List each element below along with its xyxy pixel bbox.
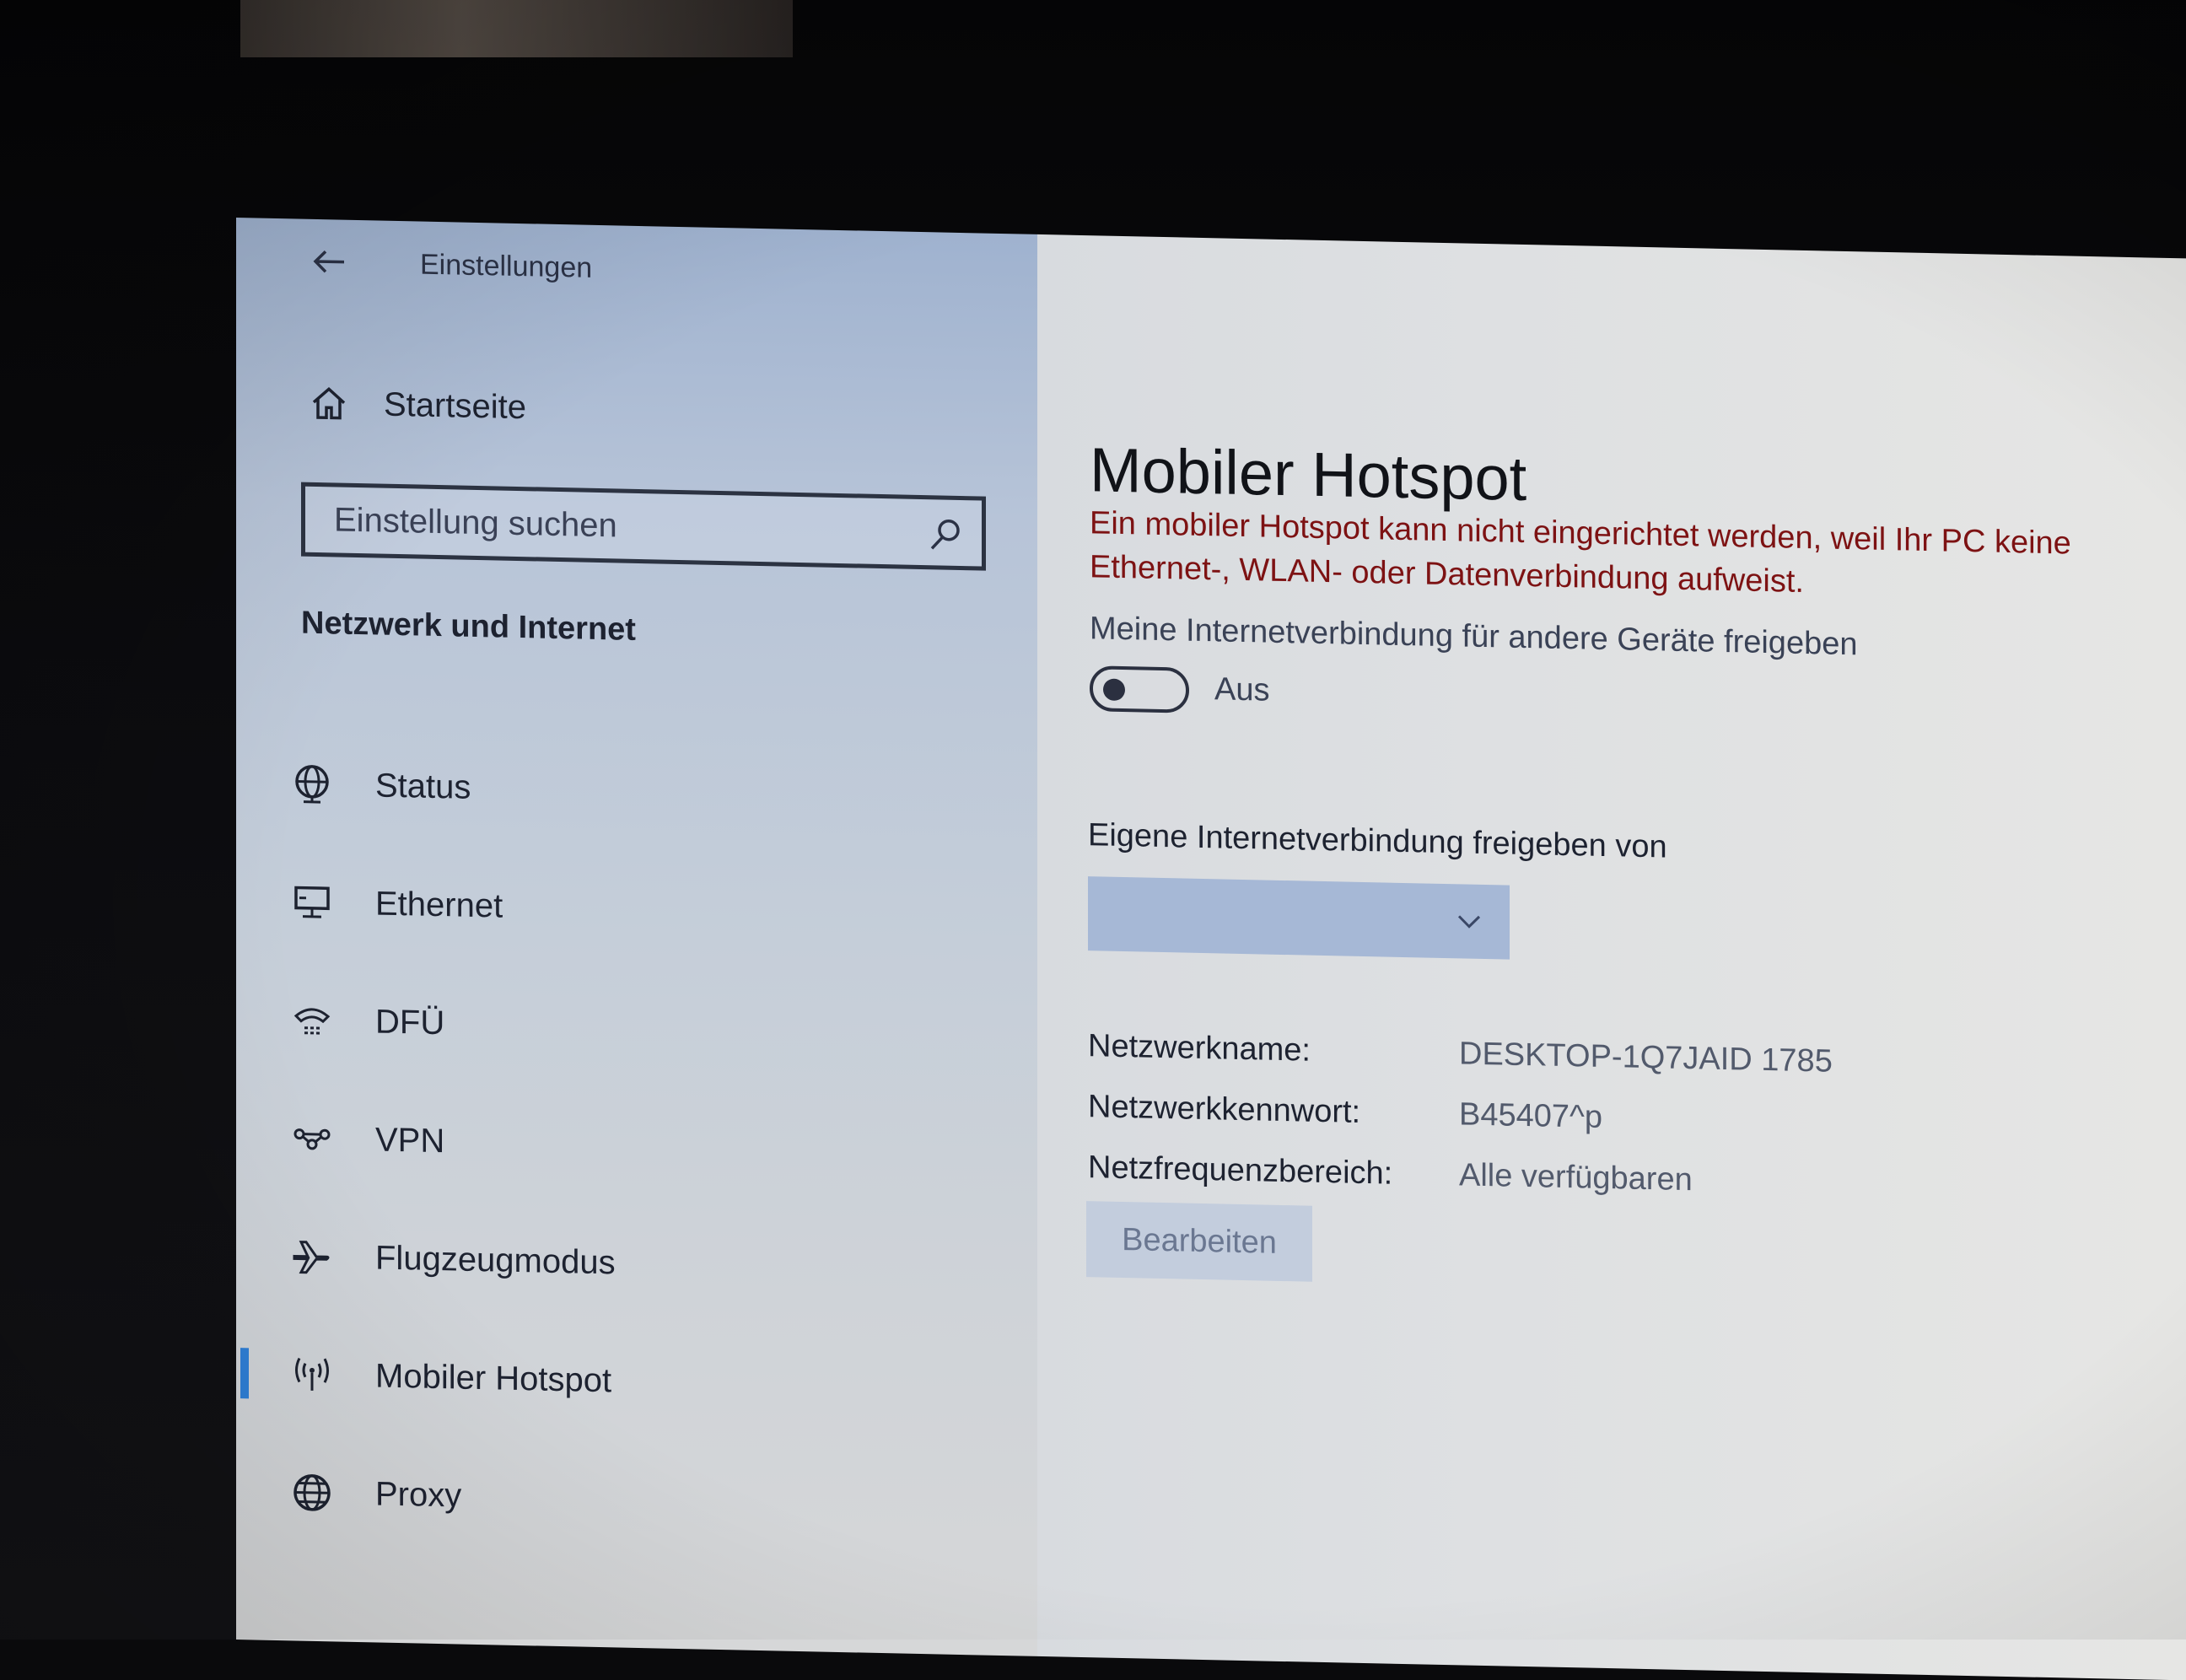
property-label: Netzwerkkennwort: — [1088, 1088, 1361, 1130]
title-bar: Einstellungen — [236, 218, 1037, 336]
sidebar-item-dialup[interactable]: DFÜ — [236, 960, 1037, 1095]
chevron-down-icon — [1457, 915, 1481, 929]
section-heading: Netzwerk und Internet — [301, 605, 636, 648]
sidebar-item-airplane[interactable]: Flugzeugmodus — [236, 1196, 1037, 1331]
sidebar-item-label: Flugzeugmodus — [375, 1238, 616, 1281]
network-password-value: B45407^p — [1459, 1096, 1602, 1135]
sidebar-item-status[interactable]: Status — [236, 724, 1037, 859]
sidebar-item-label: Ethernet — [375, 884, 503, 925]
main-content: Mobiler Hotspot Ein mobiler Hotspot kann… — [1037, 234, 2186, 1680]
network-name-value: DESKTOP-1Q7JAID 1785 — [1459, 1035, 1833, 1080]
window-title: Einstellungen — [420, 248, 593, 284]
sidebar-item-ethernet[interactable]: Ethernet — [236, 842, 1037, 977]
home-icon — [304, 378, 354, 429]
sidebar-item-proxy[interactable]: Proxy — [236, 1432, 1037, 1567]
dialup-icon — [287, 994, 337, 1046]
globe-icon — [287, 1467, 337, 1518]
toggle-knob — [1103, 678, 1125, 702]
search-box[interactable] — [301, 482, 986, 571]
sidebar-item-label: Proxy — [375, 1474, 462, 1515]
back-arrow-icon — [313, 250, 344, 273]
nav-list: Status Ethernet DFÜ VPN Flugzeugmodus Mo… — [236, 724, 1037, 1567]
frequency-band-value: Alle verfügbaren — [1459, 1156, 1693, 1198]
ethernet-icon — [287, 876, 337, 928]
background-object — [240, 0, 793, 57]
property-label: Netzwerkname: — [1088, 1027, 1311, 1069]
sidebar-item-label: Startseite — [384, 385, 526, 426]
sidebar-item-home[interactable]: Startseite — [304, 369, 526, 442]
share-source-dropdown[interactable] — [1088, 876, 1510, 960]
property-label: Netzfrequenzbereich: — [1088, 1149, 1393, 1192]
toggle-state-label: Aus — [1214, 671, 1270, 708]
edit-button[interactable]: Bearbeiten — [1086, 1201, 1312, 1282]
sidebar-item-label: Status — [375, 766, 471, 806]
share-source-label: Eigene Internetverbindung freigeben von — [1088, 817, 1667, 865]
vpn-icon — [287, 1112, 337, 1164]
airplane-icon — [287, 1230, 337, 1282]
sidebar-item-label: Mobiler Hotspot — [375, 1356, 612, 1399]
hotspot-toggle[interactable] — [1090, 665, 1189, 713]
sidebar-item-label: DFÜ — [375, 1002, 445, 1042]
search-icon[interactable] — [926, 514, 965, 554]
back-button[interactable] — [304, 236, 354, 288]
search-input[interactable] — [332, 499, 909, 552]
share-toggle-label: Meine Internetverbindung für andere Gerä… — [1090, 611, 1858, 663]
error-message: Ein mobiler Hotspot kann nicht eingerich… — [1090, 501, 2144, 611]
sidebar-item-mobile-hotspot[interactable]: Mobiler Hotspot — [236, 1314, 1037, 1449]
settings-window: Einstellungen Startseite Netzwerk und In… — [236, 218, 2186, 1680]
sidebar: Einstellungen Startseite Netzwerk und In… — [236, 218, 1037, 1656]
hotspot-icon — [287, 1349, 337, 1400]
sidebar-item-vpn[interactable]: VPN — [236, 1078, 1037, 1213]
sidebar-item-label: VPN — [375, 1120, 445, 1160]
network-properties: Netzwerkname: DESKTOP-1Q7JAID 1785 Netzw… — [1088, 1015, 1833, 1213]
globe-monitor-icon — [287, 758, 337, 810]
